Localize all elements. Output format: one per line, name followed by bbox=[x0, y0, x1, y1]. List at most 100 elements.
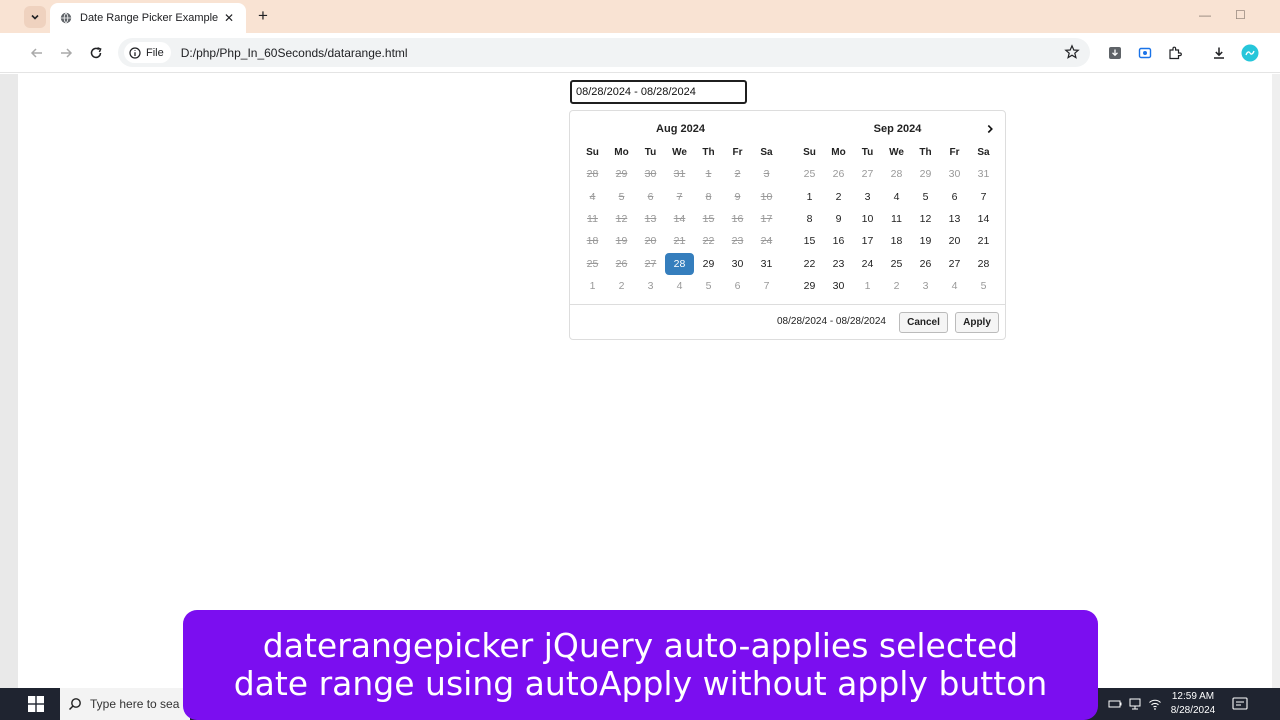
calendar-day[interactable]: 27 bbox=[853, 163, 882, 185]
extension-download-button[interactable] bbox=[1106, 44, 1124, 62]
calendar-day[interactable]: 7 bbox=[969, 185, 998, 207]
forward-button[interactable] bbox=[56, 43, 76, 63]
wifi-icon[interactable] bbox=[1148, 697, 1162, 711]
calendar-day[interactable]: 19 bbox=[911, 230, 940, 252]
taskbar-clock[interactable]: 12:59 AM 8/28/2024 bbox=[1162, 690, 1224, 718]
calendar-day[interactable]: 6 bbox=[723, 275, 752, 297]
calendar-day[interactable]: 5 bbox=[911, 185, 940, 207]
notification-icon[interactable] bbox=[1232, 697, 1248, 711]
calendar-day[interactable]: 31 bbox=[969, 163, 998, 185]
calendar-day[interactable]: 12 bbox=[911, 208, 940, 230]
url-text[interactable]: D:/php/Php_In_60Seconds/datarange.html bbox=[181, 46, 408, 60]
caption-line-1: daterangepicker jQuery auto-applies sele… bbox=[262, 626, 1019, 665]
calendar-week-row: 4 5 6 7 8 9 10 bbox=[578, 185, 781, 207]
calendar-day[interactable]: 23 bbox=[824, 253, 853, 275]
calendar-day[interactable]: 7 bbox=[752, 275, 781, 297]
calendar-day[interactable]: 1 bbox=[853, 275, 882, 297]
browser-toolbar: File D:/php/Php_In_60Seconds/datarange.h… bbox=[0, 33, 1280, 73]
downloads-button[interactable] bbox=[1210, 44, 1228, 62]
calendar-day[interactable]: 5 bbox=[694, 275, 723, 297]
calendar-day[interactable]: 3 bbox=[853, 185, 882, 207]
calendar-day[interactable]: 24 bbox=[853, 253, 882, 275]
date-range-input[interactable] bbox=[570, 80, 747, 104]
calendar-day[interactable]: 10 bbox=[853, 208, 882, 230]
calendar-day[interactable]: 4 bbox=[882, 185, 911, 207]
globe-icon bbox=[60, 12, 72, 24]
calendar-day[interactable]: 18 bbox=[882, 230, 911, 252]
close-icon[interactable]: ✕ bbox=[222, 11, 236, 25]
address-bar[interactable]: File D:/php/Php_In_60Seconds/datarange.h… bbox=[118, 38, 1090, 67]
next-month-button[interactable] bbox=[982, 121, 998, 137]
calendar-week-row: 25 26 27 28 29 30 31 bbox=[795, 163, 998, 185]
apply-button[interactable]: Apply bbox=[955, 312, 999, 333]
calendar-day[interactable]: 1 bbox=[795, 185, 824, 207]
back-button[interactable] bbox=[27, 43, 47, 63]
calendar-day[interactable]: 30 bbox=[723, 253, 752, 275]
calendar-day[interactable]: 30 bbox=[824, 275, 853, 297]
maximize-icon[interactable]: ☐ bbox=[1235, 8, 1246, 22]
calendar-day[interactable]: 25 bbox=[882, 253, 911, 275]
calendar-day[interactable]: 17 bbox=[853, 230, 882, 252]
calendar-day[interactable]: 26 bbox=[911, 253, 940, 275]
calendar-day[interactable]: 27 bbox=[940, 253, 969, 275]
calendar-day[interactable]: 25 bbox=[795, 163, 824, 185]
tab-search-button[interactable] bbox=[24, 6, 46, 28]
calendar-day[interactable]: 15 bbox=[795, 230, 824, 252]
calendar-day[interactable]: 29 bbox=[911, 163, 940, 185]
calendar-day: 3 bbox=[763, 168, 770, 181]
new-tab-button[interactable]: + bbox=[253, 6, 273, 26]
calendar-day[interactable]: 31 bbox=[752, 253, 781, 275]
calendar-week-row: 18 19 20 21 22 23 24 bbox=[578, 230, 781, 252]
calendar-day[interactable]: 3 bbox=[636, 275, 665, 297]
calendar-day: 12 bbox=[615, 212, 628, 225]
cancel-button[interactable]: Cancel bbox=[899, 312, 948, 333]
calendar-day[interactable]: 5 bbox=[969, 275, 998, 297]
battery-icon[interactable] bbox=[1108, 697, 1122, 711]
calendar-day: 6 bbox=[647, 190, 654, 203]
calendar-week-row: 25 26 27 28 29 30 31 bbox=[578, 252, 781, 275]
calendar-day[interactable]: 4 bbox=[665, 275, 694, 297]
calendar-day[interactable]: 28 bbox=[882, 163, 911, 185]
extension-capture-button[interactable] bbox=[1136, 44, 1154, 62]
calendar-day[interactable]: 2 bbox=[824, 185, 853, 207]
weekday-header: Su bbox=[586, 146, 599, 158]
calendar-day[interactable]: 2 bbox=[607, 275, 636, 297]
bookmark-star-icon[interactable] bbox=[1064, 44, 1080, 60]
calendar-day[interactable]: 21 bbox=[969, 230, 998, 252]
calendar-day[interactable]: 11 bbox=[882, 208, 911, 230]
weekday-header: Th bbox=[702, 146, 715, 158]
calendar-day[interactable]: 30 bbox=[940, 163, 969, 185]
profile-button[interactable] bbox=[1241, 44, 1259, 62]
calendar-day[interactable]: 13 bbox=[940, 208, 969, 230]
calendar-day[interactable]: 6 bbox=[940, 185, 969, 207]
calendar-day[interactable]: 14 bbox=[969, 208, 998, 230]
taskbar-search-box[interactable]: Type here to sea bbox=[60, 688, 190, 720]
calendar-day[interactable]: 9 bbox=[824, 208, 853, 230]
calendar-day[interactable]: 29 bbox=[694, 253, 723, 275]
calendar-day[interactable]: 28 bbox=[969, 253, 998, 275]
screen-capture-icon bbox=[1138, 47, 1152, 59]
calendar-day[interactable]: 20 bbox=[940, 230, 969, 252]
reload-button[interactable] bbox=[86, 43, 106, 63]
calendar-day: 17 bbox=[760, 212, 773, 225]
windows-start-icon[interactable] bbox=[28, 696, 44, 712]
extensions-button[interactable] bbox=[1166, 44, 1184, 62]
page-scrollbar[interactable] bbox=[1272, 74, 1280, 688]
calendar-day[interactable]: 8 bbox=[795, 208, 824, 230]
calendar-day[interactable]: 16 bbox=[824, 230, 853, 252]
calendar-day[interactable]: 22 bbox=[795, 253, 824, 275]
weekday-header: Tu bbox=[861, 146, 874, 158]
minimize-icon[interactable]: — bbox=[1199, 8, 1211, 22]
calendar-day[interactable]: 3 bbox=[911, 275, 940, 297]
browser-tab-active[interactable]: Date Range Picker Example ✕ bbox=[50, 3, 246, 33]
calendar-day: 22 bbox=[702, 235, 715, 248]
calendar-day[interactable]: 2 bbox=[882, 275, 911, 297]
calendar-day[interactable]: 1 bbox=[578, 275, 607, 297]
network-icon[interactable] bbox=[1128, 697, 1142, 711]
calendar-day[interactable]: 26 bbox=[824, 163, 853, 185]
calendar-day[interactable]: 4 bbox=[940, 275, 969, 297]
calendar-day[interactable]: 29 bbox=[795, 275, 824, 297]
taskbar-search-placeholder: Type here to sea bbox=[90, 697, 180, 711]
site-info-chip[interactable]: File bbox=[124, 42, 171, 63]
calendar-day-selected[interactable]: 28 bbox=[665, 252, 694, 275]
